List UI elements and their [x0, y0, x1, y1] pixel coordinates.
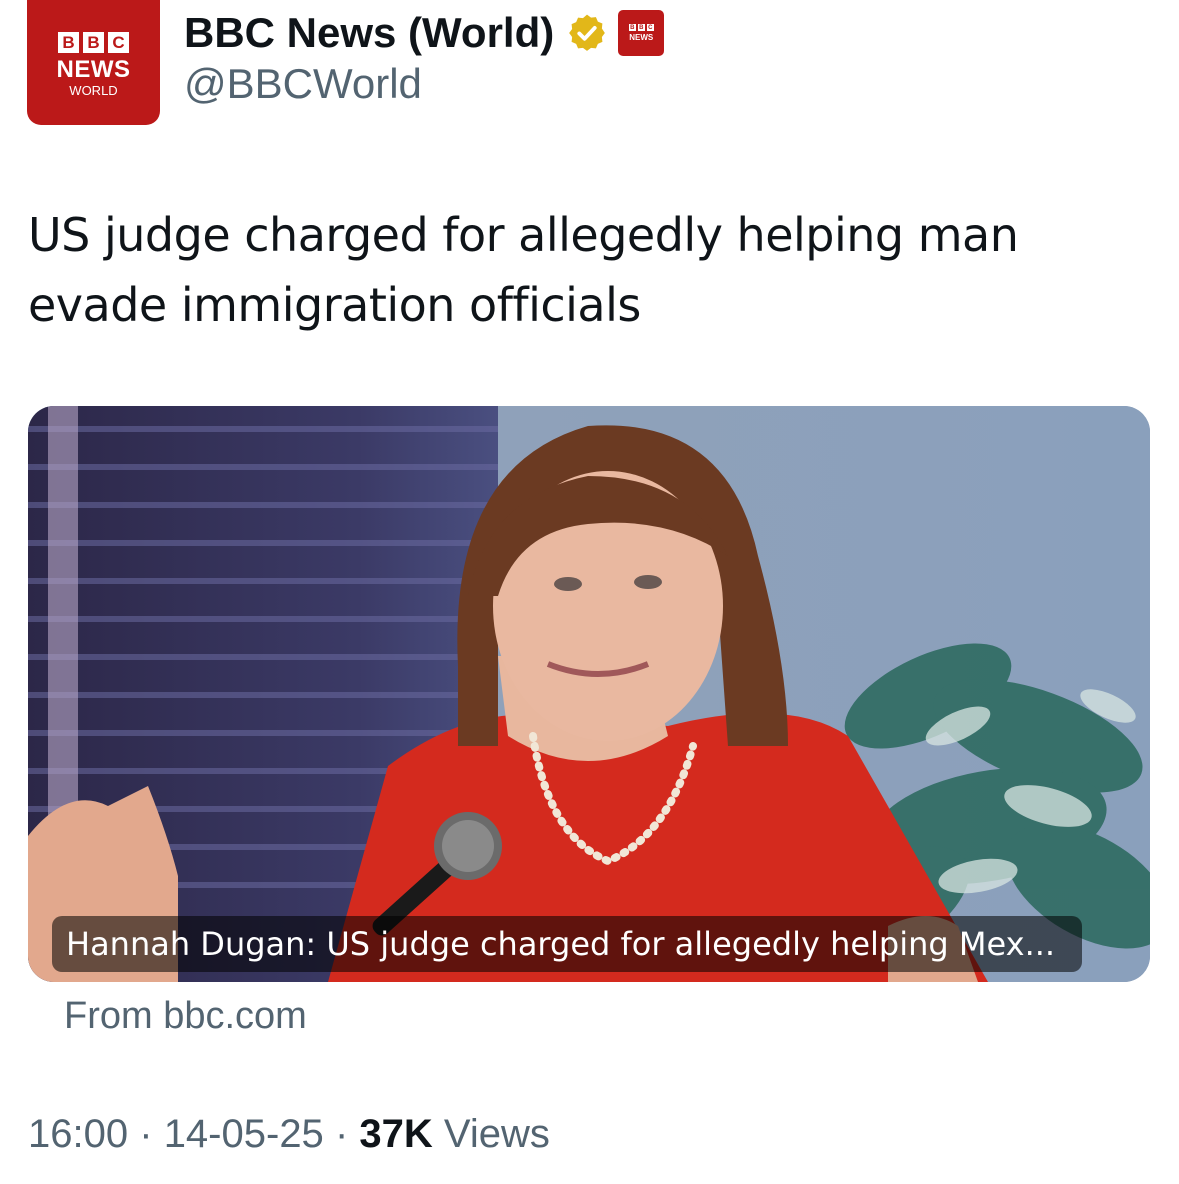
account-avatar[interactable]: B B C NEWS WORLD: [27, 0, 160, 125]
account-handle[interactable]: @BBCWorld: [184, 60, 422, 108]
display-name[interactable]: BBC News (World): [184, 9, 554, 57]
tweet-text: US judge charged for allegedly helping m…: [28, 208, 1019, 332]
affiliate-block: B: [637, 24, 645, 31]
link-card[interactable]: Hannah Dugan: US judge charged for alleg…: [28, 406, 1150, 982]
bbc-block: B: [58, 32, 79, 53]
account-name-row: BBC News (World) B B C NEWS: [184, 8, 665, 58]
views-label: Views: [443, 1112, 550, 1156]
tweet-date[interactable]: 14-05-25: [164, 1112, 324, 1156]
meta-separator: ·: [139, 1112, 153, 1156]
link-card-title: Hannah Dugan: US judge charged for alleg…: [52, 916, 1082, 972]
meta-separator: ·: [334, 1112, 349, 1156]
verified-gold-check-icon[interactable]: [566, 12, 608, 54]
affiliate-badge-blocks: B B C: [628, 24, 654, 31]
bbc-logo-blocks: B B C: [58, 32, 129, 53]
affiliate-badge-text: NEWS: [629, 33, 654, 42]
affiliate-block: C: [646, 24, 654, 31]
tweet-time[interactable]: 16:00: [28, 1112, 128, 1156]
article-photo: [28, 406, 1150, 982]
link-source[interactable]: From bbc.com: [64, 995, 307, 1038]
tweet-meta: 16:00 · 14-05-25 · 37K Views: [28, 1112, 550, 1157]
bbc-block: C: [108, 32, 129, 53]
views-count[interactable]: 37K: [359, 1112, 432, 1156]
avatar-world-text: WORLD: [69, 83, 118, 98]
affiliate-block: B: [628, 24, 636, 31]
bbc-block: B: [83, 32, 104, 53]
affiliate-badge-icon[interactable]: B B C NEWS: [618, 10, 665, 56]
avatar-news-text: NEWS: [56, 56, 131, 83]
